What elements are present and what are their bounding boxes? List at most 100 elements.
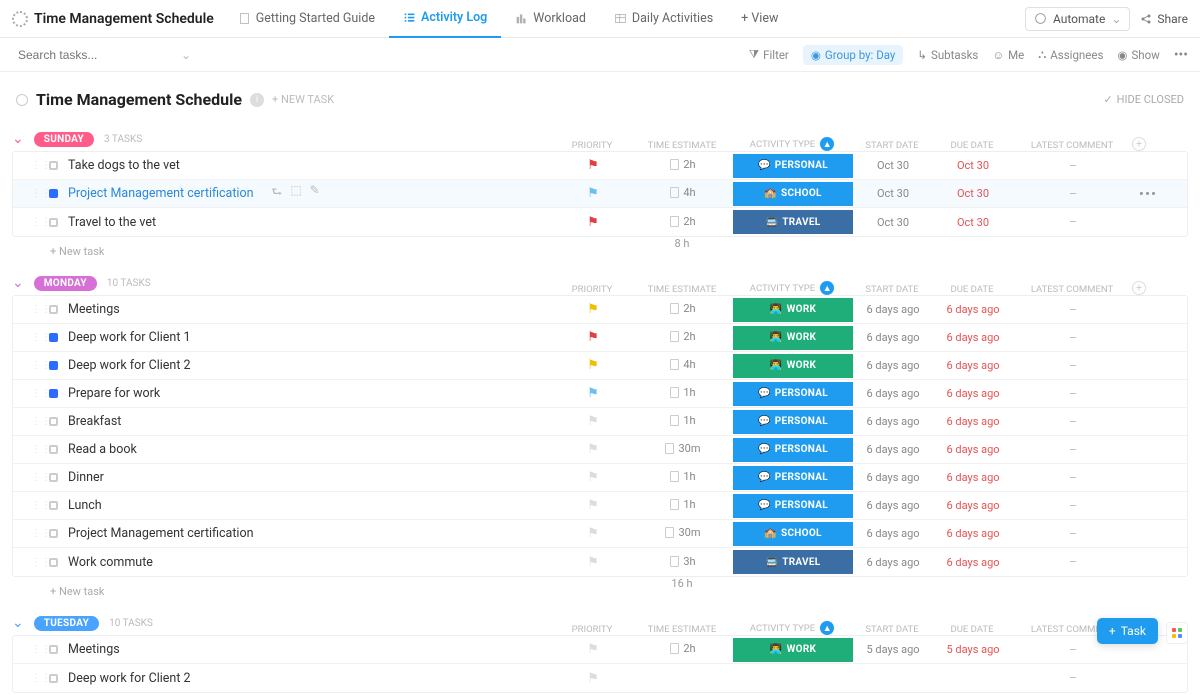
col-time[interactable]: TIME ESTIMATE [632,284,732,295]
row-more[interactable]: ••• [1139,185,1157,203]
col-due[interactable]: DUE DATE [932,140,1012,151]
drag-handle[interactable]: ⋮⋮ [31,416,39,427]
start-date[interactable]: 6 days ago [853,387,933,400]
drag-handle[interactable]: ⋮⋮ [31,444,39,455]
col-comment[interactable]: LATEST COMMENT [1012,284,1132,295]
task-name[interactable]: Travel to the vet [68,215,156,230]
due-date[interactable]: 6 days ago [933,331,1013,344]
new-task-header[interactable]: + NEW TASK [272,93,334,106]
latest-comment[interactable]: – [1013,331,1133,345]
start-date[interactable]: 6 days ago [853,443,933,456]
status-toggle[interactable] [49,558,58,567]
time-estimate[interactable]: 1h [670,470,695,483]
groupby-button[interactable]: ◉Group by: Day [803,45,904,65]
start-date[interactable]: 6 days ago [853,303,933,316]
task-name[interactable]: Deep work for Client 2 [68,671,191,686]
activity-type[interactable]: 🏫 SCHOOL [733,522,853,546]
drag-handle[interactable]: ⋮⋮ [31,557,39,568]
filter-button[interactable]: ⧩Filter [749,47,789,62]
status-toggle[interactable] [49,674,58,683]
due-date[interactable]: 6 days ago [933,556,1013,569]
due-date[interactable]: 6 days ago [933,303,1013,316]
task-row[interactable]: ⋮⋮ Deep work for Client 1 ⚑2h👨‍💻 WORK6 d… [13,324,1187,352]
tab-getting-started[interactable]: Getting Started Guide [224,0,389,38]
priority-flag[interactable]: ⚑ [587,215,599,230]
status-circle-icon[interactable] [16,94,28,106]
task-name[interactable]: Dinner [68,470,104,485]
time-estimate[interactable]: 4h [670,186,695,199]
task-row[interactable]: ⋮⋮ Deep work for Client 2 ⚑– [13,664,1187,692]
time-estimate[interactable]: 1h [670,386,695,399]
start-date[interactable]: 6 days ago [853,331,933,344]
due-date[interactable]: 6 days ago [933,443,1013,456]
due-date[interactable]: Oct 30 [933,187,1013,200]
priority-flag[interactable]: ⚑ [587,386,599,401]
start-date[interactable]: 6 days ago [853,499,933,512]
drag-handle[interactable]: ⋮⋮ [31,188,39,199]
latest-comment[interactable]: – [1013,415,1133,429]
task-row[interactable]: ⋮⋮ Lunch ⚑1h💬 PERSONAL6 days ago6 days a… [13,492,1187,520]
tab-workload[interactable]: Workload [501,0,600,38]
task-row[interactable]: ⋮⋮ Read a book ⚑30m💬 PERSONAL6 days ago6… [13,436,1187,464]
due-date[interactable]: 6 days ago [933,527,1013,540]
task-row[interactable]: ⋮⋮ Meetings ⚑2h👨‍💻 WORK6 days ago6 days … [13,296,1187,324]
task-row[interactable]: ⋮⋮ Work commute ⚑3h🚍 TRAVEL6 days ago6 d… [13,548,1187,576]
add-column[interactable]: + [1132,137,1146,151]
search-input[interactable] [18,48,173,62]
col-priority[interactable]: PRIORITY [552,140,632,151]
start-date[interactable]: 6 days ago [853,471,933,484]
time-estimate[interactable]: 2h [670,158,695,171]
task-name[interactable]: Meetings [68,302,120,317]
time-estimate[interactable]: 2h [670,642,695,655]
latest-comment[interactable]: – [1013,643,1133,657]
apps-button[interactable] [1166,622,1188,644]
due-date[interactable]: 6 days ago [933,499,1013,512]
task-row[interactable]: ⋮⋮ Deep work for Client 2 ⚑4h👨‍💻 WORK6 d… [13,352,1187,380]
activity-type[interactable]: 💬 PERSONAL [733,382,853,406]
activity-type[interactable]: 🚍 TRAVEL [733,210,853,234]
priority-flag[interactable]: ⚑ [587,186,599,201]
latest-comment[interactable]: – [1013,303,1133,317]
col-activity[interactable]: ACTIVITY TYPE ▲ [732,621,852,635]
task-name[interactable]: Project Management certification [68,526,254,541]
drag-handle[interactable]: ⋮⋮ [31,388,39,399]
task-name[interactable]: Read a book [68,442,137,457]
priority-flag[interactable]: ⚑ [587,414,599,429]
task-row[interactable]: ⋮⋮ Meetings ⚑2h👨‍💻 WORK5 days ago5 days … [13,636,1187,664]
drag-handle[interactable]: ⋮⋮ [31,304,39,315]
drag-handle[interactable]: ⋮⋮ [31,472,39,483]
time-estimate[interactable]: 3h [670,555,695,568]
task-row[interactable]: ⋮⋮ Travel to the vet ⚑2h🚍 TRAVELOct 30Oc… [13,208,1187,236]
task-name[interactable]: Meetings [68,642,120,657]
priority-flag[interactable]: ⚑ [587,442,599,457]
status-toggle[interactable] [49,501,58,510]
due-date[interactable]: 5 days ago [933,643,1013,656]
activity-type[interactable]: 💬 PERSONAL [733,494,853,518]
latest-comment[interactable]: – [1013,159,1133,173]
task-row[interactable]: ⋮⋮ Project Management certification ⮑⬚✎⚑… [13,180,1187,208]
status-toggle[interactable] [49,161,58,170]
latest-comment[interactable]: – [1013,187,1133,201]
latest-comment[interactable]: – [1013,215,1133,229]
start-date[interactable]: 5 days ago [853,643,933,656]
me-button[interactable]: ☺Me [992,48,1024,62]
status-toggle[interactable] [49,645,58,654]
task-name[interactable]: Lunch [68,498,102,513]
edit-icon[interactable]: ✎ [310,183,320,204]
collapse-icon[interactable]: ⌄ [12,131,24,147]
task-name[interactable]: Work commute [68,555,153,570]
day-chip[interactable]: SUNDAY [34,132,94,147]
time-estimate[interactable]: 2h [670,302,695,315]
start-date[interactable]: Oct 30 [853,159,933,172]
col-due[interactable]: DUE DATE [932,624,1012,635]
priority-flag[interactable]: ⚑ [587,470,599,485]
priority-flag[interactable]: ⚑ [587,158,599,173]
activity-type[interactable]: 👨‍💻 WORK [733,298,853,322]
task-name[interactable]: Deep work for Client 1 [68,330,191,345]
drag-handle[interactable]: ⋮⋮ [31,500,39,511]
search-wrap[interactable]: ⌄ [12,48,172,62]
collapse-icon[interactable]: ⌄ [12,615,24,631]
activity-type[interactable]: 👨‍💻 WORK [733,354,853,378]
tag-icon[interactable]: ⬚ [290,183,301,204]
due-date[interactable]: 6 days ago [933,387,1013,400]
